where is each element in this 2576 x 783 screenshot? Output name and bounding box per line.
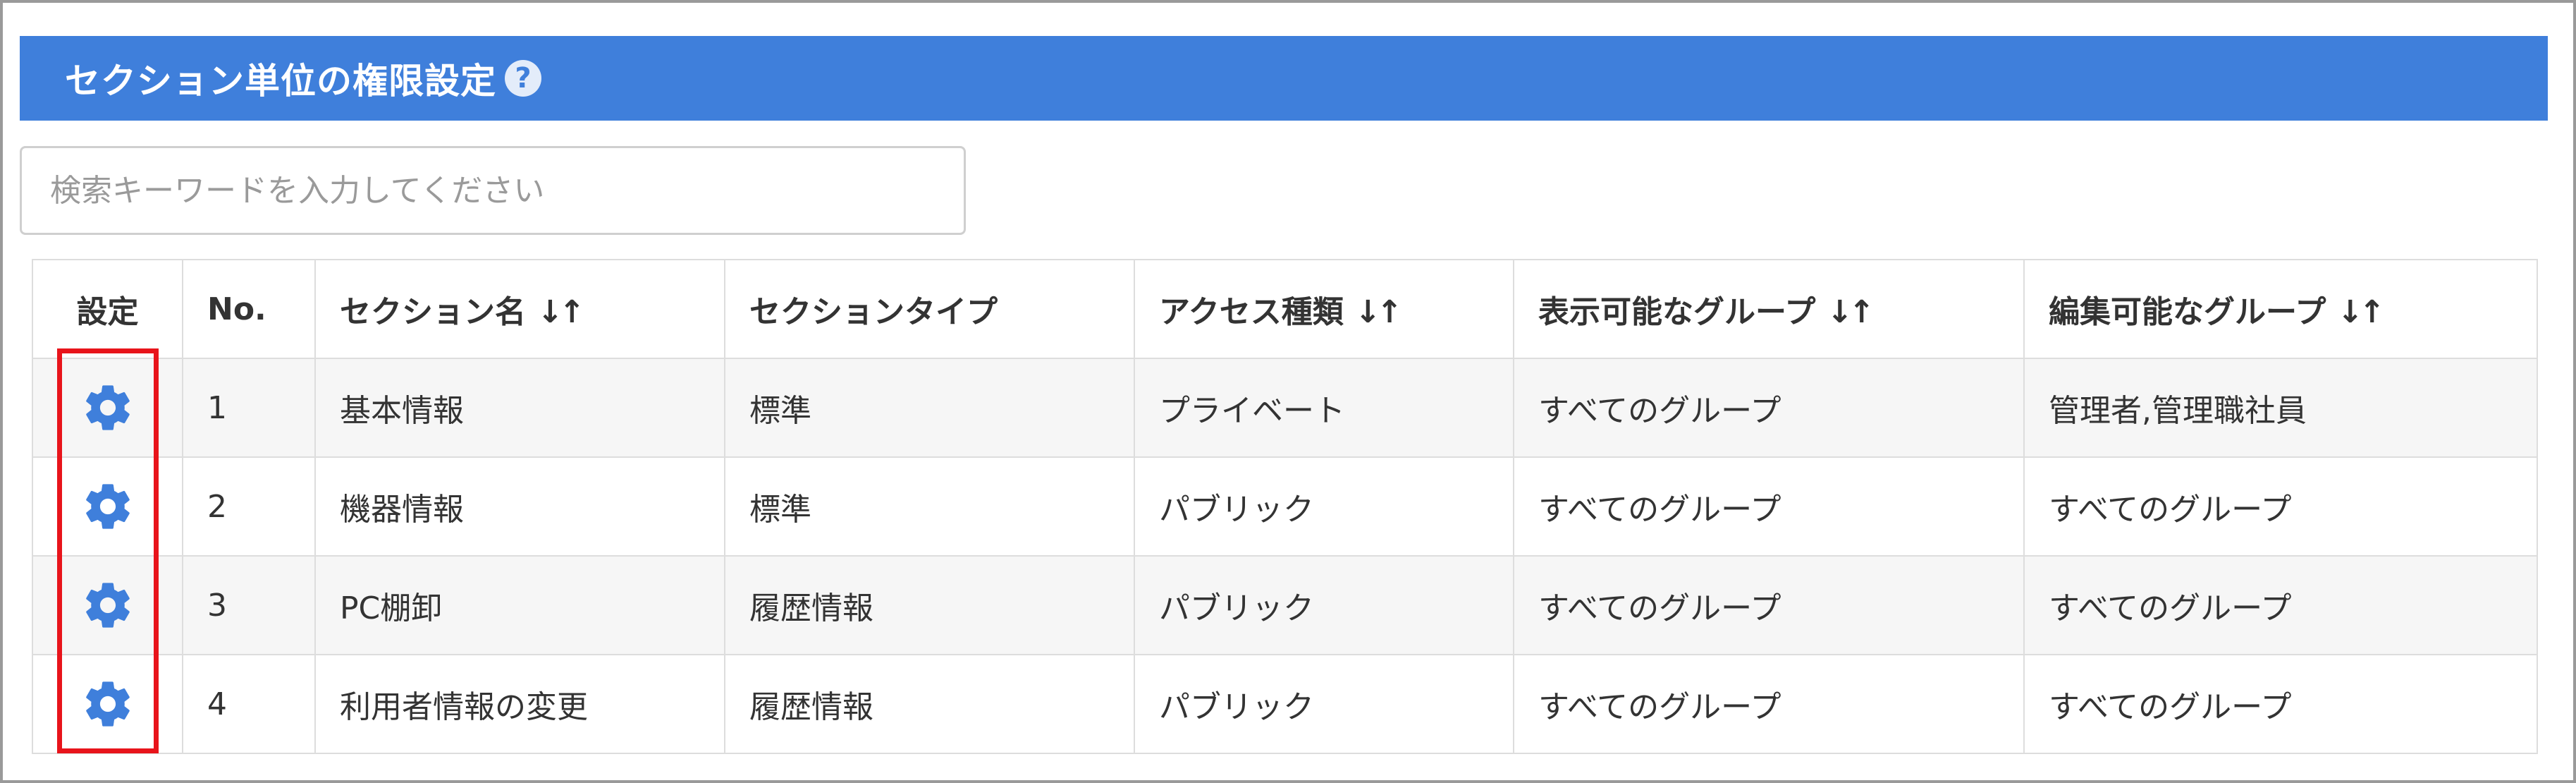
cell-edit-groups: すべてのグループ: [2023, 456, 2538, 557]
cell-edit-groups: すべてのグループ: [2023, 555, 2538, 655]
cell-no: 4: [182, 654, 316, 754]
settings-cell: [32, 555, 183, 655]
cell-section-type: 履歴情報: [724, 654, 1135, 754]
sort-icon[interactable]: ↓↑: [1827, 294, 1875, 330]
settings-cell: [32, 654, 183, 754]
table-row: 3 PC棚卸 履歴情報 パブリック すべてのグループ すべてのグループ: [32, 555, 2538, 655]
table-row: 1 基本情報 標準 プライベート すべてのグループ 管理者,管理職社員: [32, 358, 2538, 458]
cell-edit-groups: 管理者,管理職社員: [2023, 358, 2538, 458]
gear-icon[interactable]: [81, 480, 135, 533]
cell-view-groups: すべてのグループ: [1513, 555, 2025, 655]
section-permissions-table: 設定 No. セクション名 ↓↑ セクションタイプ アクセス種類 ↓↑ 表示可能なグ…: [32, 259, 2538, 754]
settings-cell: [32, 456, 183, 557]
sort-icon[interactable]: ↓↑: [1355, 294, 1403, 330]
search-input[interactable]: [20, 146, 966, 235]
cell-section-type: 履歴情報: [724, 555, 1135, 655]
cell-section-name: 利用者情報の変更: [314, 654, 725, 754]
gear-icon[interactable]: [81, 578, 135, 632]
cell-view-groups: すべてのグループ: [1513, 456, 2025, 557]
cell-access-type: パブリック: [1134, 654, 1514, 754]
help-icon[interactable]: ?: [505, 60, 541, 97]
column-header-settings: 設定: [32, 259, 183, 359]
cell-view-groups: すべてのグループ: [1513, 654, 2025, 754]
column-header-section-type: セクションタイプ: [724, 259, 1135, 359]
table-row: 2 機器情報 標準 パブリック すべてのグループ すべてのグループ: [32, 456, 2538, 557]
gear-icon[interactable]: [81, 381, 135, 435]
cell-section-type: 標準: [724, 456, 1135, 557]
cell-section-type: 標準: [724, 358, 1135, 458]
settings-cell: [32, 358, 183, 458]
sort-icon[interactable]: ↓↑: [537, 294, 585, 330]
column-header-view-groups[interactable]: 表示可能なグループ ↓↑: [1513, 259, 2025, 359]
column-header-access-type[interactable]: アクセス種類 ↓↑: [1134, 259, 1514, 359]
cell-edit-groups: すべてのグループ: [2023, 654, 2538, 754]
cell-no: 2: [182, 456, 316, 557]
cell-section-name: 機器情報: [314, 456, 725, 557]
sort-icon[interactable]: ↓↑: [2337, 294, 2385, 330]
cell-access-type: パブリック: [1134, 555, 1514, 655]
cell-section-name: 基本情報: [314, 358, 725, 458]
cell-no: 3: [182, 555, 316, 655]
column-header-no: No.: [182, 259, 316, 359]
cell-view-groups: すべてのグループ: [1513, 358, 2025, 458]
gear-icon[interactable]: [81, 677, 135, 731]
table-row: 4 利用者情報の変更 履歴情報 パブリック すべてのグループ すべてのグループ: [32, 654, 2538, 754]
table-header-row: 設定 No. セクション名 ↓↑ セクションタイプ アクセス種類 ↓↑ 表示可能なグ…: [32, 259, 2538, 359]
page-title: セクション単位の権限設定: [65, 61, 496, 102]
cell-access-type: プライベート: [1134, 358, 1514, 458]
column-header-section-name[interactable]: セクション名 ↓↑: [314, 259, 725, 359]
cell-access-type: パブリック: [1134, 456, 1514, 557]
column-header-edit-groups[interactable]: 編集可能なグループ ↓↑: [2023, 259, 2538, 359]
cell-section-name: PC棚卸: [314, 555, 725, 655]
cell-no: 1: [182, 358, 316, 458]
section-header: セクション単位の権限設定 ?: [20, 36, 2548, 121]
